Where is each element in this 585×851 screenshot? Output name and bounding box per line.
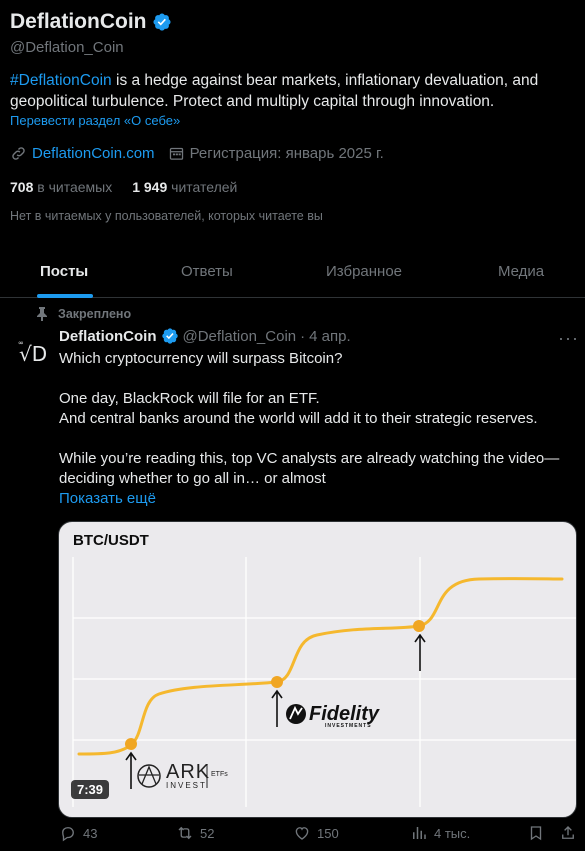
bio-hashtag-link[interactable]: #DeflationCoin [10, 72, 112, 89]
reply-button[interactable]: 43 [59, 824, 97, 842]
follow-stats: 708 в читаемых 1 949 читателей [10, 179, 237, 195]
like-button[interactable]: 150 [293, 824, 339, 842]
profile-meta: DeflationCoin.com Регистрация: январь 20… [10, 145, 384, 162]
bookmark-button[interactable] [527, 824, 545, 842]
chart-title: BTC/USDT [73, 532, 149, 549]
post-line: One day, BlackRock will file for an ETF. [59, 390, 320, 407]
tab-replies[interactable]: Ответы [181, 263, 233, 280]
pinned-label: Закреплено [58, 307, 132, 321]
verified-badge-icon[interactable] [152, 12, 172, 32]
translate-bio-link[interactable]: Перевести раздел «О себе» [10, 113, 180, 128]
fidelity-sub-label: INVESTMENTS [325, 723, 372, 729]
analytics-icon [413, 827, 426, 839]
post-header: DeflationCoin @Deflation_Coin · 4 апр. [59, 327, 351, 345]
separator-dot: · [300, 327, 306, 345]
tab-media[interactable]: Медиа [498, 263, 544, 280]
followers-label: читателей [171, 179, 238, 195]
post-line: deciding whether to go all in… or almost [59, 470, 326, 487]
more-options-icon[interactable]: ··· [558, 328, 579, 349]
repost-icon [178, 826, 192, 840]
views-button[interactable]: 4 тыс. [410, 824, 470, 842]
profile-name-text: DeflationCoin [10, 10, 147, 33]
post-author-handle[interactable]: @Deflation_Coin [183, 328, 297, 345]
tab-likes[interactable]: Избранное [326, 263, 402, 280]
active-tab-indicator [37, 294, 93, 298]
post-text: Which cryptocurrency will surpass Bitcoi… [59, 349, 579, 489]
following-label: в читаемых [37, 179, 113, 195]
avatar[interactable]: ∞ √D [14, 331, 54, 371]
fidelity-logo [286, 704, 306, 724]
followers-stat[interactable]: 1 949 читателей [132, 179, 237, 195]
profile-bio: #DeflationCoin is a hedge against bear m… [10, 70, 570, 112]
fidelity-marker [271, 676, 283, 688]
post-date[interactable]: 4 апр. [309, 328, 350, 345]
post-line [59, 429, 579, 449]
repost-count: 52 [200, 825, 215, 841]
third-marker [413, 620, 425, 632]
post-author-name[interactable]: DeflationCoin [59, 328, 157, 345]
ark-marker [125, 738, 137, 750]
share-icon [562, 826, 574, 839]
pin-icon [37, 307, 47, 321]
no-common-followers-text: Нет в читаемых у пользователей, которых … [10, 209, 323, 223]
like-count: 150 [317, 825, 339, 841]
post-line: While you’re reading this, top VC analys… [59, 450, 560, 467]
join-date: Регистрация: январь 2025 г. [189, 145, 384, 162]
post-line: And central banks around the world will … [59, 410, 538, 427]
verified-badge-icon [161, 328, 178, 344]
tab-posts[interactable]: Посты [40, 263, 88, 280]
views-count: 4 тыс. [434, 825, 471, 841]
profile-handle: @Deflation_Coin [10, 39, 124, 56]
post-line: Which cryptocurrency will surpass Bitcoi… [59, 350, 343, 367]
video-thumbnail [72, 557, 576, 807]
video-duration: 7:39 [71, 780, 110, 799]
post-actions: 43 52 150 4 тыс. [59, 824, 579, 846]
show-more-link[interactable]: Показать ещё [59, 490, 156, 507]
link-icon [12, 147, 25, 160]
pinned-indicator: Закреплено [36, 307, 131, 321]
calendar-icon [169, 147, 183, 160]
following-count: 708 [10, 179, 34, 195]
website-link[interactable]: DeflationCoin.com [32, 145, 155, 162]
followers-count: 1 949 [132, 179, 168, 195]
heart-icon [295, 827, 309, 840]
following-stat[interactable]: 708 в читаемых [10, 179, 112, 195]
reply-icon [62, 827, 74, 842]
video-player[interactable]: BTC/USDT ARK INVEST ETFs Fidelity INVEST… [58, 521, 577, 818]
bookmark-icon [530, 826, 542, 841]
ark-etfs-label: ETFs [211, 771, 228, 778]
post-line [59, 369, 579, 389]
share-button[interactable] [559, 824, 577, 842]
profile-tabs: Посты Ответы Избранное Медиа [0, 249, 585, 298]
repost-button[interactable]: 52 [176, 824, 214, 842]
ark-sub-label: INVEST [166, 781, 207, 790]
svg-text:√D: √D [19, 342, 47, 366]
profile-name: DeflationCoin [10, 10, 172, 34]
reply-count: 43 [83, 825, 98, 841]
price-line [77, 577, 564, 756]
